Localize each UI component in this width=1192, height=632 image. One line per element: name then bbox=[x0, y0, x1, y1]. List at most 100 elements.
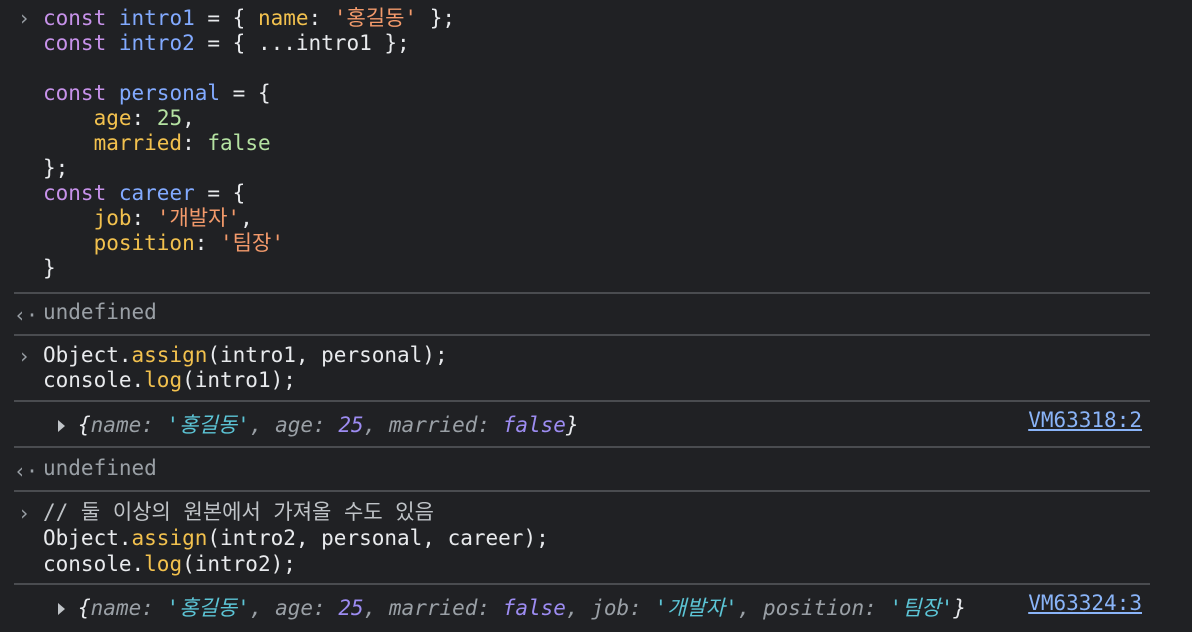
token: assign bbox=[131, 526, 208, 550]
code-line: Object.assign(intro1, personal); bbox=[43, 343, 448, 368]
token: age bbox=[275, 596, 314, 620]
code-line: married: false bbox=[43, 131, 271, 156]
token: age bbox=[275, 413, 314, 437]
token: age bbox=[93, 106, 132, 130]
separator bbox=[14, 446, 1150, 448]
code-line: Object.assign(intro2, personal, career); bbox=[43, 526, 549, 551]
token: : bbox=[308, 6, 334, 30]
expand-triangle-icon[interactable] bbox=[58, 420, 65, 432]
token: , bbox=[249, 413, 276, 437]
token: '홍길동' bbox=[166, 413, 250, 437]
token: : bbox=[131, 206, 157, 230]
token: '개발자' bbox=[156, 206, 241, 230]
token: = { bbox=[194, 181, 246, 205]
token: name bbox=[90, 596, 142, 620]
token: name bbox=[90, 413, 142, 437]
token: Object. bbox=[43, 526, 132, 550]
code-line: const intro2 = { ...intro1 }; bbox=[43, 31, 410, 56]
token: false bbox=[502, 413, 566, 437]
token: position bbox=[93, 231, 195, 255]
token: : bbox=[194, 231, 221, 255]
code-line: position: '팀장' bbox=[43, 231, 284, 256]
prompt-chevron-icon: › bbox=[17, 501, 31, 525]
code-line: const intro1 = { name: '홍길동' }; bbox=[43, 6, 455, 31]
return-arrow-icon: ‹· bbox=[14, 303, 39, 327]
logged-object[interactable]: {name: '홍길동', age: 25, married: false, j… bbox=[78, 596, 966, 621]
token: = { bbox=[194, 6, 258, 30]
devtools-console: › const intro1 = { name: '홍길동' }; const i… bbox=[0, 0, 1192, 632]
token: : bbox=[141, 596, 167, 620]
token: job bbox=[93, 206, 132, 230]
token: '홍길동' bbox=[333, 6, 418, 30]
token: career bbox=[118, 181, 195, 205]
code-line: age: 25, bbox=[43, 106, 195, 131]
token: } bbox=[565, 413, 579, 437]
token: console. bbox=[43, 368, 145, 392]
token: : bbox=[629, 596, 655, 620]
separator bbox=[14, 490, 1150, 492]
token: , bbox=[249, 596, 276, 620]
token: name bbox=[257, 6, 309, 30]
token: (intro1); bbox=[182, 368, 296, 392]
token: }; bbox=[417, 6, 456, 30]
token: : bbox=[313, 596, 339, 620]
logged-object[interactable]: {name: '홍길동', age: 25, married: false} bbox=[78, 413, 579, 438]
code-line: } bbox=[43, 256, 56, 281]
token: = { bbox=[220, 81, 271, 105]
token: job bbox=[591, 596, 630, 620]
code-line: const career = { bbox=[43, 181, 245, 206]
code-line: job: '개발자', bbox=[43, 206, 253, 231]
token: , bbox=[240, 206, 253, 230]
token: const bbox=[43, 31, 107, 55]
separator bbox=[14, 334, 1150, 336]
token: assign bbox=[131, 343, 208, 367]
token: } bbox=[953, 596, 967, 620]
token: 25 bbox=[156, 106, 183, 130]
token: , bbox=[737, 596, 764, 620]
token: Object. bbox=[43, 343, 132, 367]
expand-triangle-icon[interactable] bbox=[58, 603, 65, 615]
token: married bbox=[388, 596, 478, 620]
token: : bbox=[477, 413, 503, 437]
return-value: undefined bbox=[43, 300, 157, 324]
separator bbox=[14, 400, 1150, 402]
token: { bbox=[78, 596, 91, 620]
source-link[interactable]: VM63324:3 bbox=[1028, 591, 1142, 616]
token: false bbox=[502, 596, 566, 620]
return-value: undefined bbox=[43, 456, 157, 480]
token: : bbox=[864, 596, 890, 620]
token: '개발자' bbox=[654, 596, 738, 620]
token: 25 bbox=[338, 413, 364, 437]
token: '팀장' bbox=[889, 596, 954, 620]
token: , bbox=[565, 596, 592, 620]
token: intro2 bbox=[118, 31, 195, 55]
code-line: console.log(intro1); bbox=[43, 368, 296, 393]
token: (intro2); bbox=[182, 552, 296, 576]
code-line: }; bbox=[43, 156, 68, 181]
token: : bbox=[131, 106, 157, 130]
token: 25 bbox=[338, 596, 364, 620]
token: '홍길동' bbox=[166, 596, 250, 620]
token: , bbox=[363, 413, 389, 437]
token: , bbox=[363, 596, 389, 620]
prompt-chevron-icon: › bbox=[17, 6, 31, 30]
token: : bbox=[182, 131, 208, 155]
source-link[interactable]: VM63318:2 bbox=[1028, 408, 1142, 433]
token: married bbox=[93, 131, 183, 155]
token: position bbox=[763, 596, 865, 620]
token: : bbox=[141, 413, 167, 437]
token: intro1 bbox=[118, 6, 195, 30]
separator bbox=[14, 292, 1150, 294]
return-arrow-icon: ‹· bbox=[14, 459, 39, 483]
token: // 둘 이상의 원본에서 가져올 수도 있음 bbox=[43, 500, 434, 524]
token: { bbox=[78, 413, 91, 437]
prompt-chevron-icon: › bbox=[17, 344, 31, 368]
token: = { ...intro1 }; bbox=[194, 31, 410, 55]
token: married bbox=[388, 413, 478, 437]
